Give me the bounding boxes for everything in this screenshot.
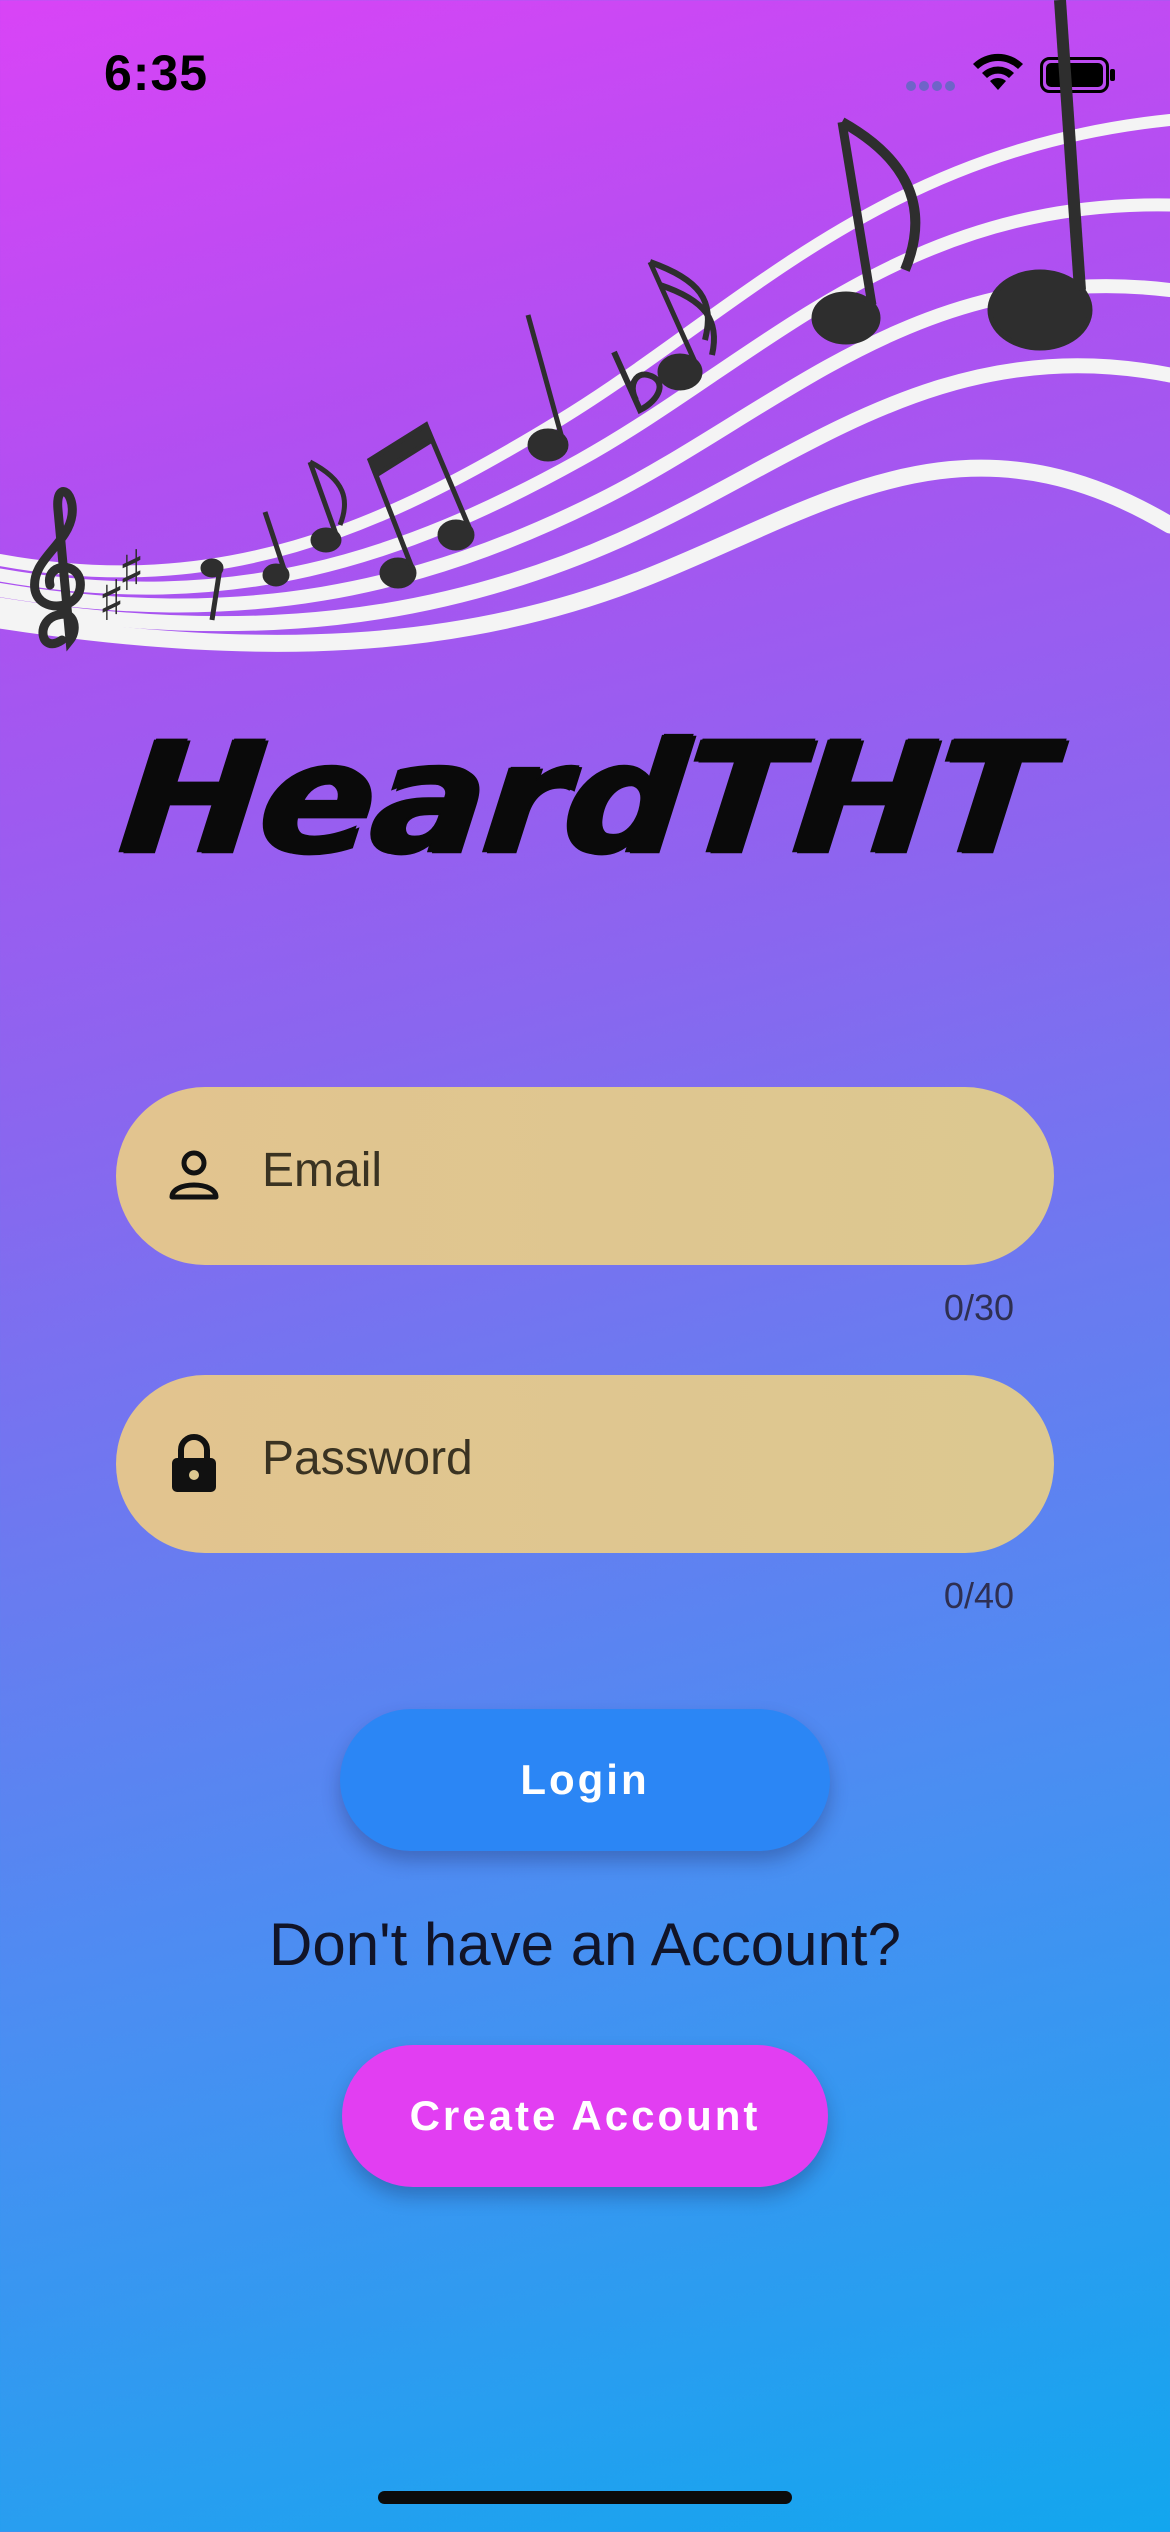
login-button[interactable]: Login [340, 1709, 830, 1851]
login-button-label: Login [520, 1756, 650, 1803]
svg-text:♯: ♯ [118, 539, 145, 604]
password-placeholder: Password [262, 1432, 473, 1485]
email-char-counter: 0/30 [943, 1287, 1014, 1328]
lock-icon [172, 1434, 216, 1492]
password-field[interactable]: Password [116, 1375, 1054, 1553]
music-staff-art: ♯ ♯ [0, 0, 1170, 652]
password-char-counter: 0/40 [943, 1575, 1014, 1616]
email-placeholder: Email [262, 1144, 383, 1197]
create-account-button-label: Create Account [409, 2092, 761, 2139]
no-account-prompt: Don't have an Account? [269, 1911, 901, 1978]
email-field[interactable]: Email [116, 1087, 1054, 1265]
person-icon [169, 1150, 219, 1200]
create-account-button[interactable]: Create Account [342, 2045, 828, 2187]
home-indicator[interactable] [378, 2491, 792, 2504]
app-logo: HeardTHT [113, 707, 1057, 889]
